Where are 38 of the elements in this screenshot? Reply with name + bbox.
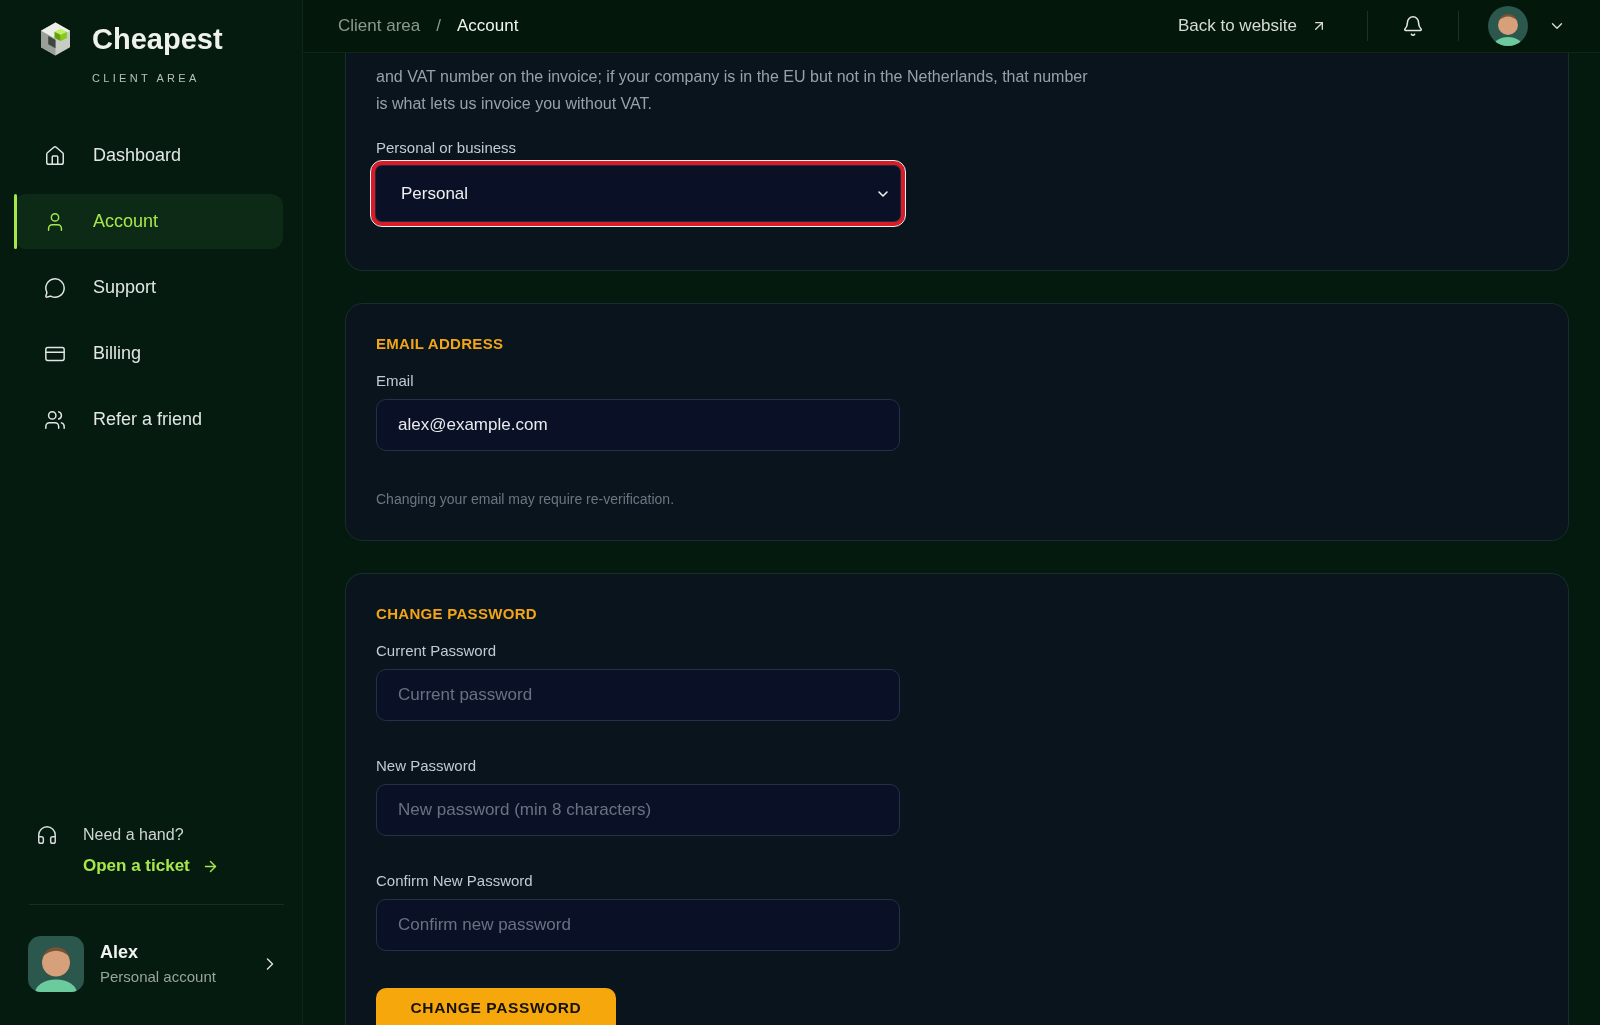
nav-item[interactable]: Refer a friend bbox=[14, 392, 283, 447]
headset-icon bbox=[36, 824, 58, 846]
field-label: New Password bbox=[376, 756, 477, 776]
field-label: Confirm New Password bbox=[376, 871, 533, 891]
change-password-button[interactable]: CHANGE PASSWORD bbox=[376, 988, 616, 1025]
nav-item[interactable]: Dashboard bbox=[14, 128, 283, 183]
account-type-text: Personal account bbox=[100, 967, 216, 987]
input-field[interactable]: Current password bbox=[376, 669, 900, 721]
field-label: Current Password bbox=[376, 641, 497, 661]
cube-logo-icon bbox=[41, 22, 70, 56]
breadcrumb-current-page: Account bbox=[456, 15, 519, 38]
user-name: Alex bbox=[100, 941, 139, 963]
people-icon bbox=[44, 408, 66, 431]
input-field[interactable]: alex@example.com bbox=[376, 399, 900, 451]
select-field[interactable]: Personal bbox=[370, 160, 906, 227]
speech-bubble-icon bbox=[44, 276, 66, 299]
input-field[interactable]: New password (min 8 characters) bbox=[376, 784, 900, 836]
brand-subtitle: CLIENT AREA bbox=[92, 71, 200, 85]
helper-text: Changing your email may require re-verification. bbox=[376, 490, 675, 509]
brand-name: Cheapest bbox=[92, 22, 223, 56]
back-to-website-link[interactable]: Back to website bbox=[1177, 13, 1327, 39]
house-icon bbox=[44, 144, 66, 167]
bell-icon[interactable] bbox=[1402, 15, 1424, 37]
open-ticket-link[interactable]: Open a ticket bbox=[83, 856, 219, 876]
field-label: Email bbox=[376, 371, 414, 391]
section-heading: EMAIL ADDRESS bbox=[376, 334, 504, 354]
nav-item[interactable]: Account bbox=[14, 194, 283, 249]
section-heading: CHANGE PASSWORD bbox=[376, 604, 537, 624]
nav-item[interactable]: Support bbox=[14, 260, 283, 315]
field-label: Personal or business bbox=[376, 138, 517, 158]
nav-item[interactable]: Billing bbox=[14, 326, 283, 381]
input-field[interactable]: Confirm new password bbox=[376, 899, 900, 951]
user-avatar-icon[interactable] bbox=[1488, 6, 1528, 46]
help-text: Need a hand? bbox=[83, 825, 184, 845]
user-avatar-icon bbox=[28, 936, 84, 992]
intro-paragraph: and VAT number on the invoice; if your company is in the EU but not in the Netherlands, that number is what lets us invoice you without VAT. bbox=[376, 67, 1089, 114]
breadcrumb-separator: / bbox=[436, 15, 441, 38]
breadcrumb-link[interactable]: Client area bbox=[338, 13, 421, 39]
